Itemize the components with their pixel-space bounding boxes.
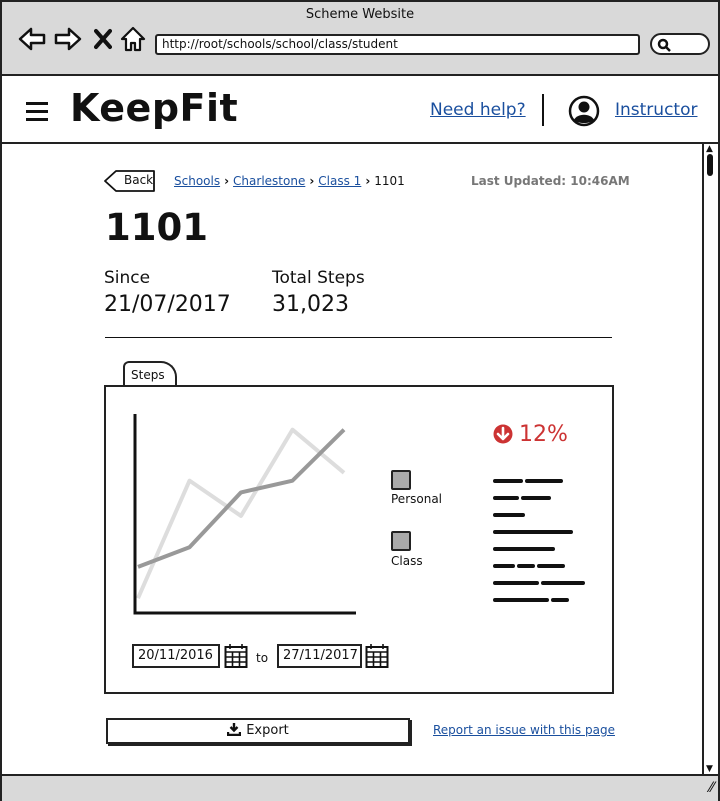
series-line-personal	[137, 428, 346, 569]
browser-search-field[interactable]	[650, 33, 710, 55]
date-to-field[interactable]: 27/11/2017	[277, 644, 362, 668]
tab-steps-label: Steps	[131, 368, 165, 382]
legend-label-class: Class	[391, 554, 423, 568]
arrow-down-circle-icon	[493, 424, 513, 444]
help-link[interactable]: Need help?	[430, 100, 526, 120]
export-button[interactable]: Export	[106, 718, 410, 744]
vertical-scrollbar[interactable]: ▲ ▼	[702, 144, 718, 774]
calendar-icon[interactable]	[365, 643, 389, 669]
breadcrumb: Schools › Charlestone › Class 1 › 1101	[174, 174, 405, 188]
app-header: KeepFit Need help? Instructor	[2, 76, 718, 144]
browser-toolbar: Scheme Website http://root/schools/schoo…	[2, 2, 718, 76]
date-range-to-label: to	[256, 651, 269, 665]
calendar-icon[interactable]	[224, 643, 248, 669]
last-updated-text: Last Updated: 10:46AM	[471, 174, 630, 188]
series-line-class	[136, 427, 346, 600]
date-from-field[interactable]: 20/11/2016	[132, 644, 220, 668]
legend-swatch-class	[391, 531, 411, 551]
breadcrumb-schools[interactable]: Schools	[174, 174, 220, 188]
close-icon[interactable]	[94, 26, 112, 52]
breadcrumb-class[interactable]: Class 1	[318, 174, 361, 188]
hamburger-menu-icon[interactable]	[26, 102, 48, 126]
url-field[interactable]: http://root/schools/school/class/student	[155, 34, 640, 55]
breadcrumb-school[interactable]: Charlestone	[233, 174, 305, 188]
scroll-up-arrow-icon[interactable]: ▲	[706, 144, 713, 154]
section-divider	[105, 337, 612, 338]
breadcrumb-separator-icon: ›	[365, 174, 371, 188]
user-avatar-icon[interactable]	[568, 95, 600, 127]
download-icon	[227, 723, 242, 737]
change-indicator: 12%	[493, 422, 568, 447]
header-divider	[542, 94, 544, 126]
breadcrumb-separator-icon: ›	[224, 174, 230, 188]
page-title: 1101	[105, 206, 208, 249]
window-title: Scheme Website	[305, 7, 415, 22]
export-button-label: Export	[246, 723, 289, 738]
change-percent: 12%	[519, 422, 568, 447]
scroll-down-arrow-icon[interactable]: ▼	[706, 764, 713, 774]
since-label: Since	[104, 268, 151, 288]
since-value: 21/07/2017	[104, 292, 231, 317]
back-button-label: Back	[124, 173, 154, 187]
resize-grip-icon[interactable]: ⁄⁄	[709, 780, 714, 796]
back-arrow-icon[interactable]	[18, 26, 46, 52]
steps-line-chart	[133, 414, 356, 615]
home-icon[interactable]	[120, 26, 146, 52]
chart-axes	[133, 414, 356, 615]
tab-steps[interactable]: Steps	[123, 361, 177, 387]
app-logo: KeepFit	[70, 86, 239, 130]
total-steps-value: 31,023	[272, 292, 349, 317]
breadcrumb-current: 1101	[374, 174, 405, 188]
total-steps-label: Total Steps	[272, 268, 365, 288]
breadcrumb-separator-icon: ›	[309, 174, 315, 188]
back-button[interactable]: Back	[104, 170, 156, 192]
browser-status-bar: ⁄⁄	[2, 774, 718, 801]
scrollbar-thumb[interactable]	[707, 154, 713, 176]
legend-swatch-personal	[391, 470, 411, 490]
report-issue-link[interactable]: Report an issue with this page	[433, 723, 615, 737]
placeholder-text-scribble	[493, 479, 585, 602]
instructor-link[interactable]: Instructor	[615, 100, 697, 120]
forward-arrow-icon[interactable]	[54, 26, 82, 52]
search-icon	[657, 38, 671, 52]
legend-label-personal: Personal	[391, 492, 443, 506]
